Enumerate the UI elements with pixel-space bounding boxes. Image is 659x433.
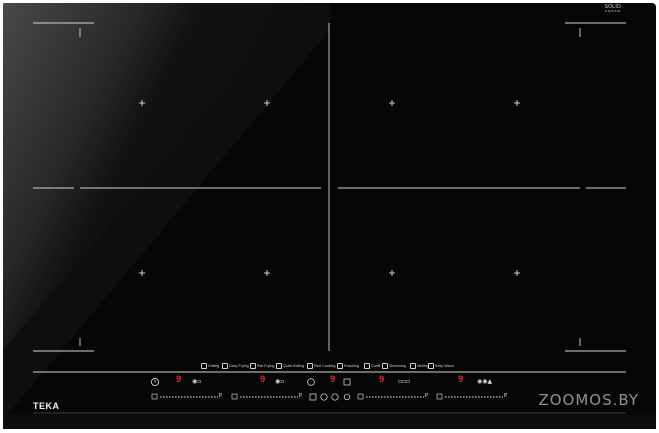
boost-label: P — [504, 393, 508, 399]
function-shortcut-icons[interactable]: ◉◉▲ — [477, 378, 492, 385]
poach-icon — [337, 363, 343, 369]
zone-display: 9 — [379, 375, 385, 385]
keep-warm-icon — [428, 363, 434, 369]
pan-icon — [250, 363, 256, 369]
boost-label: P — [299, 393, 303, 399]
zone-display: 9 — [458, 375, 464, 385]
function-shortcut-icons[interactable]: ▫▫▫ — [398, 378, 410, 385]
function-confit[interactable]: Confit — [364, 363, 380, 369]
zone-display: 9 — [260, 375, 266, 385]
function-pan-frying[interactable]: Pan Frying — [250, 363, 274, 369]
function-label: Melting — [417, 363, 429, 368]
melt-icon — [410, 363, 416, 369]
function-label: Poaching — [344, 363, 359, 368]
function-melting[interactable]: Melting — [410, 363, 429, 369]
deep-fryer-icon — [222, 363, 228, 369]
boost-label: P — [425, 393, 429, 399]
function-label: Quick Boiling — [283, 363, 304, 368]
function-shortcut-icons[interactable]: ◉▫ — [192, 378, 201, 385]
zone-display: 9 — [176, 375, 182, 385]
function-shortcut-icons[interactable]: ◉▫ — [275, 378, 284, 385]
function-deep-frying[interactable]: Deep Frying — [222, 363, 249, 369]
function-label: Simmering — [389, 363, 407, 368]
solid-ceram-mark: SOLID CERAM — [604, 4, 621, 14]
boost-label: P — [219, 393, 223, 399]
function-label: Grilling — [208, 363, 220, 368]
function-rice-cooking[interactable]: Rice Cooking — [307, 363, 335, 369]
zone-display: 9 — [330, 375, 336, 385]
function-label: Pan Frying — [257, 363, 275, 368]
function-quick-boiling[interactable]: Quick Boiling — [276, 363, 304, 369]
function-label: Rice Cooking — [314, 363, 336, 368]
function-simmering[interactable]: Simmering — [382, 363, 406, 369]
grill-icon — [201, 363, 207, 369]
brand-logo: TEKA — [33, 401, 60, 411]
cooktop-photo: SOLID CERAM TEKA Grilling Deep Frying Pa… — [0, 0, 659, 433]
steel-edge — [3, 415, 656, 429]
function-label: Confit — [371, 363, 381, 368]
function-label: Keep Warm — [435, 363, 454, 368]
mark-line2: CERAM — [605, 9, 621, 14]
confit-icon — [364, 363, 370, 369]
rice-icon — [307, 363, 313, 369]
function-keep-warm[interactable]: Keep Warm — [428, 363, 454, 369]
function-poaching[interactable]: Poaching — [337, 363, 359, 369]
simmer-icon — [382, 363, 388, 369]
function-label: Deep Frying — [229, 363, 249, 368]
pot-icon — [276, 363, 282, 369]
function-grilling[interactable]: Grilling — [201, 363, 219, 369]
watermark: ZOOMOS.BY — [538, 391, 639, 409]
